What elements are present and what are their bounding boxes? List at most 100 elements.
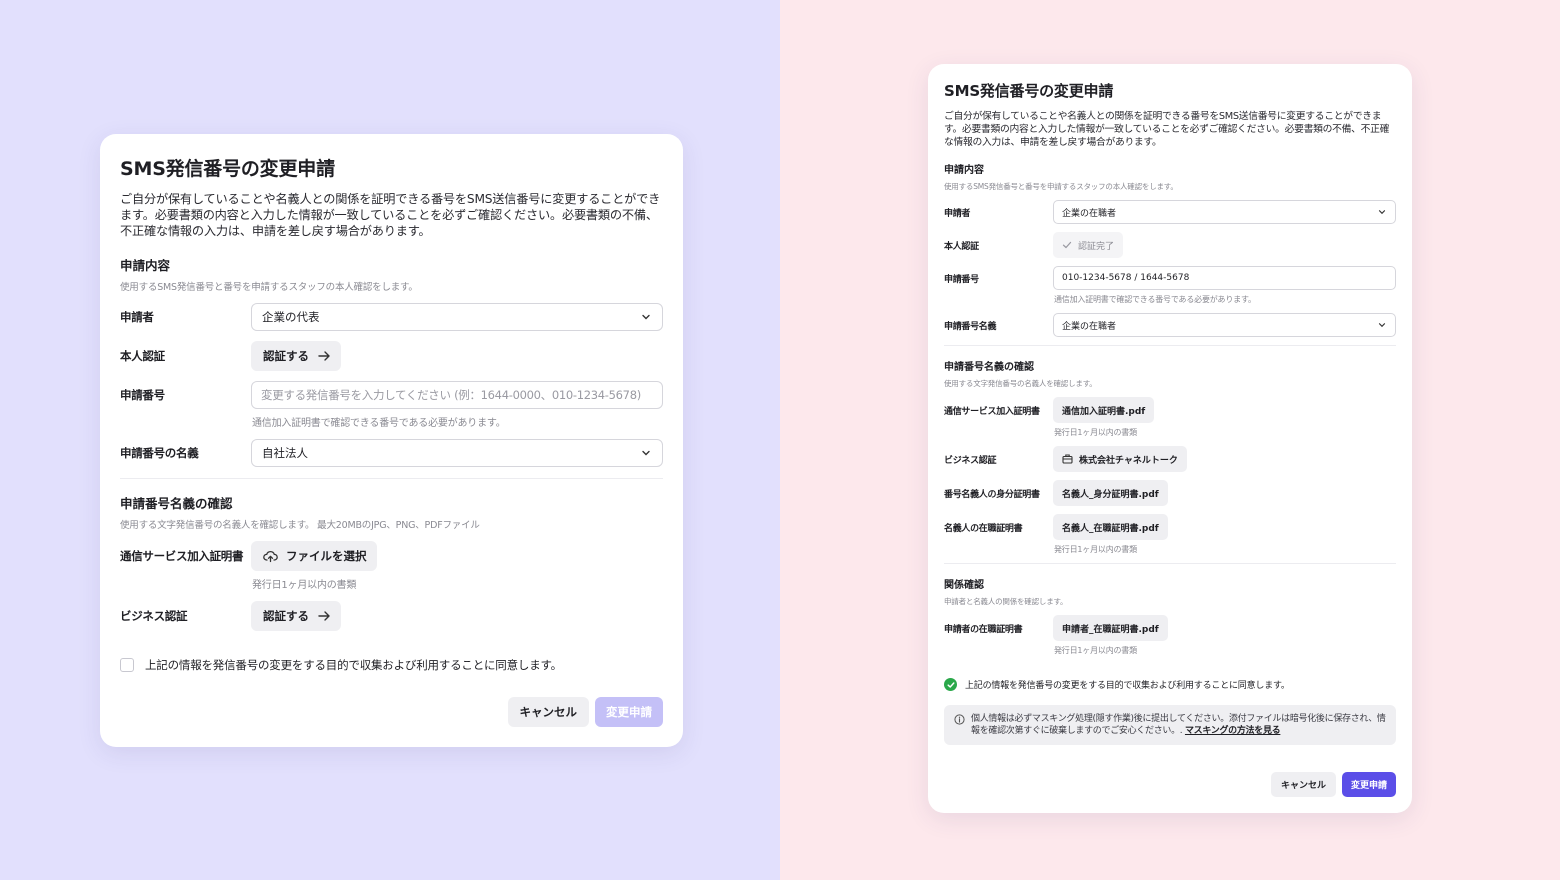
owner-select[interactable]: 自社法人 [251,439,663,467]
verify-label: 本人認証 [944,241,979,252]
verify-button[interactable]: 認証する [251,341,341,371]
employ-hint: 発行日1ヶ月以内の書類 [1054,545,1137,554]
business-label: ビジネス認証 [944,455,997,466]
number-input[interactable]: 変更する発信番号を入力してください (例：1644-0000、010-1234-… [251,381,663,409]
employ-label: 名義人の在職証明書 [944,523,1023,534]
dialog-title: SMS発信番号の変更申請 [944,82,1114,100]
section-title-owner-check: 申請番号名義の確認 [944,362,1034,373]
section-subtitle-application: 使用するSMS発信番号と番号を申請するスタッフの本人確認をします。 [944,182,1178,191]
owner-label: 申請番号の名義 [120,446,199,460]
telecom-row: 通信サービス加入証明書 通信加入証明書.pdf [944,397,1396,423]
telecom-label: 通信サービス加入証明書 [944,406,1040,417]
divider [944,345,1396,346]
number-hint: 通信加入証明書で確認できる番号である必要があります。 [1054,295,1256,304]
applicant-employ-label: 申請者の在職証明書 [944,624,1023,635]
check-icon [946,681,955,688]
business-row: ビジネス認証 認証する [120,601,663,631]
section-subtitle-owner-check: 使用する文字発信番号の名義人を確認します。 最大20MBのJPG、PNG、PDF… [120,520,480,531]
business-verify-button[interactable]: 認証する [251,601,341,631]
applicant-value: 企業の代表 [262,310,320,324]
check-icon [1062,241,1072,249]
chevron-down-icon [1378,210,1386,215]
masking-notice: 個人情報は必ずマスキング処理(隠す作業)後に提出してください。添付ファイルは暗号… [944,705,1396,745]
chevron-down-icon [642,450,650,456]
applicant-select[interactable]: 企業の在職者 [1053,200,1396,224]
dialog-actions: キャンセル 変更申請 [507,697,663,727]
applicant-label: 申請者 [120,310,154,324]
business-label: ビジネス認証 [120,609,188,623]
section-title-application: 申請内容 [120,258,171,273]
owner-value: 企業の在職者 [1062,321,1117,332]
consent-checkbox-checked[interactable] [944,678,957,691]
telecom-row: 通信サービス加入証明書 ファイルを選択 [120,541,663,571]
owner-select[interactable]: 企業の在職者 [1053,313,1396,337]
verify-button-label: 認証する [263,349,309,363]
owner-value: 自社法人 [262,446,308,460]
employ-row: 名義人の在職証明書 名義人_在職証明書.pdf [944,514,1396,540]
owner-label: 申請番号名義 [944,321,997,332]
applicant-value: 企業の在職者 [1062,208,1117,219]
dialog-description: ご自分が保有していることや名義人との関係を証明できる番号をSMS送信番号に変更す… [944,111,1390,148]
dialog-actions: キャンセル 変更申請 [1270,772,1396,797]
applicant-employ-hint: 発行日1ヶ月以内の書類 [1054,646,1137,655]
number-placeholder: 変更する発信番号を入力してください (例：1644-0000、010-1234-… [261,388,641,402]
applicant-row: 申請者 企業の在職者 [944,200,1396,224]
dialog-title: SMS発信番号の変更申請 [120,158,335,180]
section-subtitle-relation: 申請者と名義人の関係を確認します。 [944,597,1068,606]
id-file-chip[interactable]: 名義人_身分証明書.pdf [1053,480,1168,506]
divider [120,478,663,479]
sms-change-dialog-filled: SMS発信番号の変更申請 ご自分が保有していることや名義人との関係を証明できる番… [928,64,1412,813]
employ-file-chip[interactable]: 名義人_在職証明書.pdf [1053,514,1168,540]
building-icon [1062,454,1073,464]
chevron-down-icon [642,314,650,320]
number-input[interactable]: 010-1234-5678 / 1644-5678 [1053,266,1396,290]
applicant-label: 申請者 [944,208,971,219]
notice-text: 個人情報は必ずマスキング処理(隠す作業)後に提出してください。添付ファイルは暗号… [971,714,1386,736]
id-label: 番号名義人の身分証明書 [944,489,1040,500]
consent-checkbox[interactable] [120,658,134,672]
id-row: 番号名義人の身分証明書 名義人_身分証明書.pdf [944,480,1396,506]
masking-howto-link[interactable]: マスキングの方法を見る [1185,726,1281,736]
verify-row: 本人認証 認証完了 [944,232,1396,258]
applicant-employ-file-chip[interactable]: 申請者_在職証明書.pdf [1053,615,1168,641]
telecom-label: 通信サービス加入証明書 [120,549,244,563]
number-label: 申請番号 [944,274,979,285]
sms-change-dialog-empty: SMS発信番号の変更申請 ご自分が保有していることや名義人との関係を証明できる番… [100,134,683,747]
submit-button-disabled[interactable]: 変更申請 [595,697,663,727]
notice-text-block: 個人情報は必ずマスキング処理(隠す作業)後に提出してください。添付ファイルは暗号… [971,713,1386,737]
info-icon [954,714,965,725]
number-label: 申請番号 [120,388,165,402]
consent-text: 上記の情報を発信番号の変更をする目的で収集および利用することに同意します。 [965,681,1290,691]
business-row: ビジネス認証 株式会社チャネルトーク [944,446,1396,472]
verify-done-label: 認証完了 [1078,241,1115,252]
verify-done-badge: 認証完了 [1053,232,1124,258]
business-verify-label: 認証する [263,609,309,623]
number-row: 申請番号 変更する発信番号を入力してください (例：1644-0000、010-… [120,381,663,409]
file-select-button[interactable]: ファイルを選択 [251,541,377,571]
arrow-right-icon [318,351,330,361]
cancel-button[interactable]: キャンセル [1270,772,1336,797]
business-value: 株式会社チャネルトーク [1079,455,1178,466]
consent-row: 上記の情報を発信番号の変更をする目的で収集および利用することに同意します。 [120,657,663,673]
verify-label: 本人認証 [120,349,165,363]
consent-row: 上記の情報を発信番号の変更をする目的で収集および利用することに同意します。 [944,678,1396,691]
business-chip[interactable]: 株式会社チャネルトーク [1053,446,1187,472]
applicant-row: 申請者 企業の代表 [120,303,663,331]
applicant-select[interactable]: 企業の代表 [251,303,663,331]
owner-row: 申請番号名義 企業の在職者 [944,313,1396,337]
consent-text: 上記の情報を発信番号の変更をする目的で収集および利用することに同意します。 [145,658,562,672]
section-title-relation: 関係確認 [944,580,984,591]
submit-button[interactable]: 変更申請 [1341,772,1396,797]
telecom-file-chip[interactable]: 通信加入証明書.pdf [1053,397,1155,423]
telecom-hint: 発行日1ヶ月以内の書類 [252,580,357,591]
number-row: 申請番号 010-1234-5678 / 1644-5678 [944,266,1396,290]
telecom-hint: 発行日1ヶ月以内の書類 [1054,428,1137,437]
verify-row: 本人認証 認証する [120,341,663,371]
number-hint: 通信加入証明書で確認できる番号である必要があります。 [252,418,506,429]
chevron-down-icon [1378,323,1386,328]
cancel-button[interactable]: キャンセル [507,697,589,727]
file-select-label: ファイルを選択 [286,549,367,563]
divider [944,563,1396,564]
arrow-right-icon [318,611,330,621]
section-title-application: 申請内容 [944,165,984,176]
